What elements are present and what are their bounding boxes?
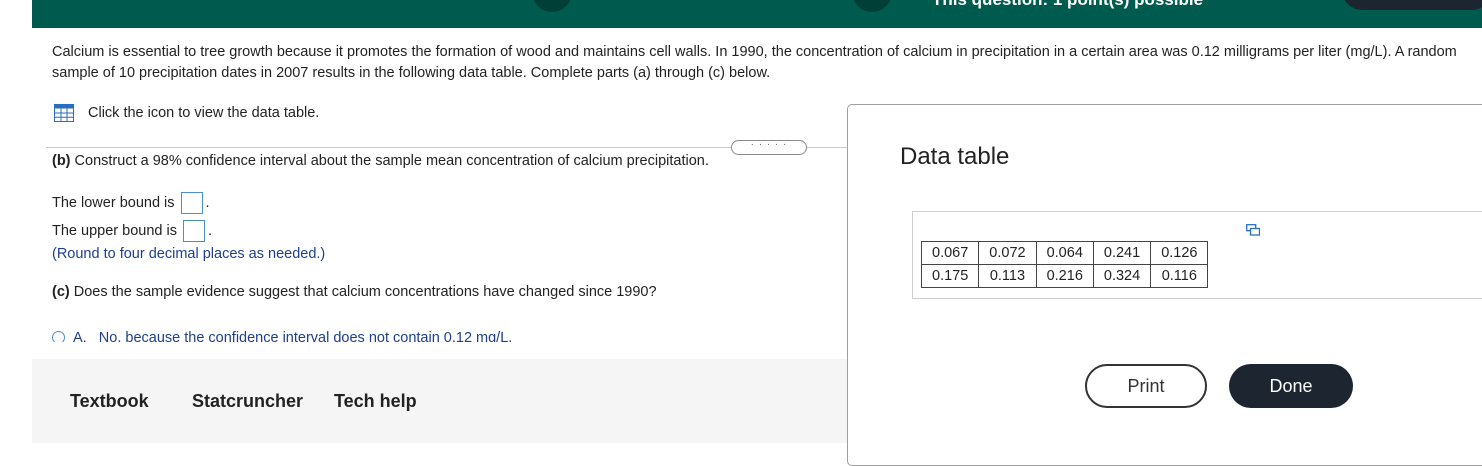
upper-bound-input[interactable] — [182, 220, 205, 242]
table-cell: 0.216 — [1035, 264, 1094, 288]
header-action-button[interactable] — [1342, 0, 1482, 10]
part-b-text: Construct a 98% confidence interval abou… — [70, 153, 709, 169]
part-c-prompt: (c) Does the sample evidence suggest tha… — [52, 284, 657, 300]
option-a[interactable]: A. No, because the confidence interval d… — [52, 330, 512, 342]
table-cell: 0.067 — [920, 241, 980, 265]
data-table-icon[interactable] — [54, 104, 74, 122]
header-nav-circle[interactable] — [852, 0, 892, 12]
lower-bound-label: The lower bound is — [52, 195, 175, 211]
table-cell: 0.241 — [1092, 241, 1152, 265]
section-divider — [46, 147, 848, 148]
expand-toggle-button[interactable]: · · · · · — [731, 140, 807, 155]
view-data-table-link[interactable]: Click the icon to view the data table. — [54, 104, 319, 122]
data-table-frame: 0.067 0.072 0.064 0.241 0.126 0.175 0.11… — [912, 211, 1482, 299]
lower-bound-row: The lower bound is . — [52, 192, 210, 214]
data-table-link-text[interactable]: Click the icon to view the data table. — [88, 105, 319, 121]
question-text: Calcium is essential to tree growth beca… — [52, 44, 1457, 81]
part-c-text: Does the sample evidence suggest that ca… — [69, 284, 657, 300]
table-cell: 0.126 — [1150, 241, 1209, 265]
option-a-radio[interactable] — [52, 331, 65, 342]
data-table-dialog: Data table 0.067 0.072 0.064 0.241 0.126… — [847, 104, 1482, 466]
table-row: 0.067 0.072 0.064 0.241 0.126 — [920, 241, 1209, 265]
upper-bound-row: The upper bound is . — [52, 220, 212, 242]
part-b-prompt: (b) Construct a 98% confidence interval … — [52, 153, 709, 169]
table-cell: 0.072 — [978, 241, 1037, 265]
rounding-hint: (Round to four decimal places as needed.… — [52, 246, 326, 262]
table-row: 0.175 0.113 0.216 0.324 0.116 — [920, 264, 1209, 288]
part-c-label: (c) — [52, 284, 70, 300]
top-header-bar: This question: 1 point(s) possible — [32, 0, 1482, 28]
data-table: 0.067 0.072 0.064 0.241 0.126 0.175 0.11… — [920, 241, 1209, 288]
footer-bar: Textbook Statcruncher Tech help — [32, 359, 848, 443]
lower-bound-period: . — [205, 195, 210, 211]
part-b-label: (b) — [52, 153, 71, 169]
header-title: This question: 1 point(s) possible — [932, 0, 1203, 10]
table-cell: 0.116 — [1150, 264, 1209, 288]
dialog-title: Data table — [900, 143, 1010, 170]
option-a-text[interactable]: A. No, because the confidence interval d… — [73, 330, 512, 342]
done-button[interactable]: Done — [1229, 364, 1353, 408]
lower-bound-input[interactable] — [180, 192, 203, 214]
tech-help-link[interactable]: Tech help — [334, 391, 417, 412]
statcruncher-link[interactable]: Statcruncher — [192, 391, 303, 412]
table-cell: 0.175 — [920, 264, 980, 288]
textbook-link[interactable]: Textbook — [70, 391, 149, 412]
header-nav-circle[interactable] — [532, 0, 572, 12]
print-button[interactable]: Print — [1085, 364, 1207, 408]
copy-icon[interactable] — [1246, 224, 1260, 236]
table-cell: 0.064 — [1035, 241, 1094, 265]
upper-bound-label: The upper bound is — [52, 223, 177, 239]
table-cell: 0.113 — [978, 264, 1037, 288]
table-cell: 0.324 — [1092, 264, 1152, 288]
upper-bound-period: . — [207, 223, 212, 239]
